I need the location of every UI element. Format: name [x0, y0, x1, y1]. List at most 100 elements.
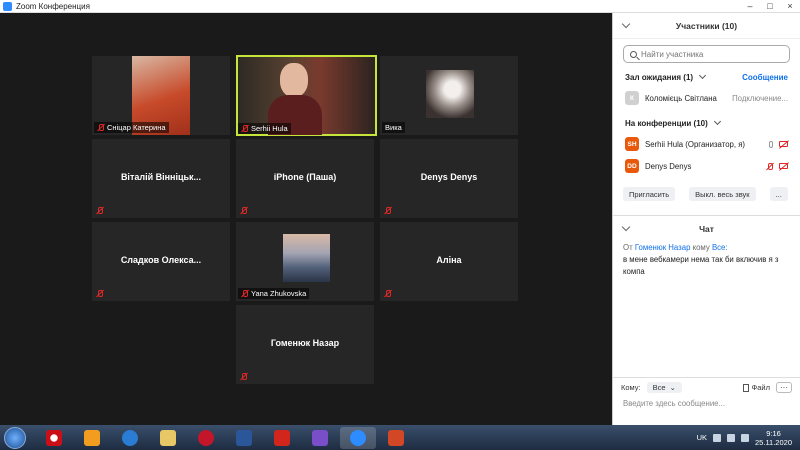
media-player-icon	[84, 429, 100, 446]
to-label: Кому:	[621, 383, 641, 392]
message-header: От Гоменюк Назар кому Все:	[623, 243, 728, 252]
taskbar-cyberlink[interactable]	[188, 427, 224, 449]
message-text: в мене вебкамери нема так би включив я з…	[623, 255, 779, 276]
search-icon	[630, 50, 637, 58]
message-sender[interactable]: Гоменюк Назар	[635, 243, 691, 252]
taskbar-zoom[interactable]	[340, 426, 376, 449]
participant-name: Вика	[385, 123, 402, 132]
waiting-participant-row[interactable]: К Коломієць Світлана Подключение...	[613, 87, 800, 109]
mic-muted-icon	[96, 207, 103, 214]
video-off-icon[interactable]	[779, 141, 788, 147]
taskbar-word[interactable]	[226, 427, 262, 449]
network-icon[interactable]	[727, 433, 736, 442]
in-meeting-label: На конференции (10)	[625, 118, 708, 128]
file-icon	[742, 383, 749, 392]
message-waiting-room-button[interactable]: Сообщение	[742, 73, 788, 82]
taskbar-visual-studio[interactable]	[302, 427, 338, 449]
participant-row[interactable]: DD Denys Denys	[613, 155, 800, 177]
windows-taskbar: UK 9:16 25.11.2020	[0, 425, 800, 450]
name-tile[interactable]: Сладков Олекса...	[92, 222, 230, 301]
participant-name: Віталій Вінніцьк...	[120, 172, 202, 182]
video-tile[interactable]: Yana Zhukovska	[236, 222, 374, 301]
close-button[interactable]: ×	[780, 0, 800, 13]
participants-actions: Пригласить Выкл. весь звук ...	[613, 187, 800, 201]
video-tile[interactable]: Вика	[380, 56, 518, 135]
mic-muted-icon	[241, 290, 248, 297]
recipient-select[interactable]: Все ⌄	[646, 382, 682, 393]
participant-name: iPhone (Паша)	[273, 172, 337, 182]
collapse-chevron-icon[interactable]	[621, 19, 631, 29]
powerpoint-icon	[388, 429, 404, 446]
collapse-chevron-icon[interactable]	[621, 222, 631, 232]
system-tray: UK 9:16 25.11.2020	[697, 429, 800, 447]
title-bar: Zoom Конференция – □ ×	[0, 0, 800, 13]
taskbar-opera[interactable]	[36, 427, 72, 449]
volume-icon[interactable]	[741, 433, 750, 442]
name-tile[interactable]: iPhone (Паша)	[236, 139, 374, 218]
participant-search-input[interactable]	[641, 49, 781, 59]
taskbar-ie[interactable]	[112, 427, 148, 449]
chevron-down-icon	[713, 117, 721, 126]
visual-studio-icon	[312, 429, 328, 446]
mic-muted-icon	[240, 207, 247, 214]
video-off-icon[interactable]	[779, 163, 788, 169]
face-shape	[280, 63, 308, 97]
more-options-button[interactable]: ...	[769, 187, 788, 201]
chat-recipient-bar: Кому: Все ⌄ Файл ···	[613, 378, 800, 397]
tray-arrow-icon[interactable]	[713, 433, 722, 442]
name-tile[interactable]: Denys Denys	[380, 139, 518, 218]
in-meeting-header[interactable]: На конференции (10)	[613, 113, 800, 133]
participants-header: Участники (10)	[613, 13, 800, 39]
microphone-icon[interactable]	[769, 140, 773, 148]
zoom-logo-icon	[3, 1, 12, 11]
waiting-room-header[interactable]: Зал ожидания (1) Сообщение	[613, 67, 800, 87]
chat-header: Чат	[613, 216, 800, 242]
maximize-button[interactable]: □	[760, 0, 780, 13]
window-title: Zoom Конференция	[16, 1, 90, 11]
participant-name: Сніцар Катерина	[107, 123, 166, 132]
connection-status: Подключение...	[732, 93, 788, 103]
chat-input[interactable]: Введите здесь сообщение...	[613, 397, 800, 410]
participant-name: Гоменюк Назар	[270, 338, 340, 348]
start-button[interactable]	[4, 426, 26, 449]
chat-composer: Кому: Все ⌄ Файл ··· Введите здесь сообще…	[613, 377, 800, 425]
mute-all-button[interactable]: Выкл. весь звук	[689, 187, 756, 201]
minimize-button[interactable]: –	[740, 0, 760, 13]
opera-icon	[46, 429, 62, 446]
side-panel: Участники (10) Зал ожидания (1) Сообщени…	[612, 13, 800, 425]
internet-explorer-icon	[122, 429, 138, 446]
gallery-view: Сніцар Катерина Serhii Hula Вика Віталій…	[0, 13, 612, 425]
participant-name: Yana Zhukovska	[251, 289, 307, 298]
video-feed	[426, 70, 474, 118]
taskbar-powerpoint[interactable]	[378, 427, 414, 449]
avatar: К	[625, 91, 639, 105]
language-indicator[interactable]: UK	[697, 433, 707, 442]
name-tile[interactable]: Аліна	[380, 222, 518, 301]
name-tile[interactable]: Віталій Вінніцьк...	[92, 139, 230, 218]
mic-muted-icon	[240, 373, 247, 380]
chat-message: От Гоменюк Назар кому Все: в мене вебкам…	[613, 242, 800, 278]
video-tile-active-speaker[interactable]: Serhii Hula	[236, 55, 377, 136]
file-button[interactable]: Файл	[742, 383, 770, 392]
folder-icon	[160, 429, 176, 446]
avatar: DD	[625, 159, 639, 173]
taskbar-explorer[interactable]	[150, 427, 186, 449]
message-recipient: Все:	[711, 243, 728, 252]
word-icon	[236, 429, 252, 446]
mic-muted-icon	[241, 125, 248, 132]
clock[interactable]: 9:16 25.11.2020	[755, 429, 792, 447]
participants-title: Участники (10)	[675, 20, 738, 31]
chat-section: Чат От Гоменюк Назар кому Все: в мене ве…	[613, 215, 800, 278]
video-tile[interactable]: Сніцар Катерина	[92, 56, 230, 135]
taskbar-pdf[interactable]	[264, 427, 300, 449]
participant-name: Denys Denys	[645, 161, 692, 171]
participant-row[interactable]: SH Serhii Hula (Организатор, я)	[613, 133, 800, 155]
mic-muted-icon	[97, 124, 104, 131]
participant-controls	[769, 140, 788, 148]
name-tile[interactable]: Гоменюк Назар	[236, 305, 374, 384]
participant-search[interactable]	[623, 45, 790, 63]
taskbar-media-player[interactable]	[74, 427, 110, 449]
invite-button[interactable]: Пригласить	[623, 187, 676, 201]
mic-muted-icon[interactable]	[766, 162, 773, 170]
chat-more-button[interactable]: ···	[776, 382, 792, 393]
